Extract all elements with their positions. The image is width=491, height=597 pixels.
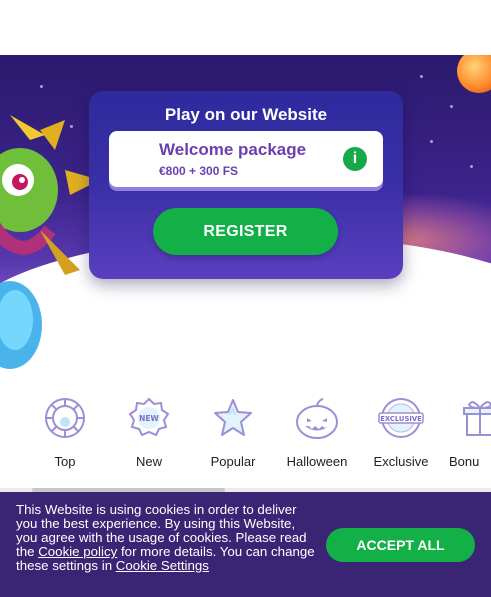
category-new[interactable]: NEW New [107, 395, 191, 469]
planet-decoration [457, 55, 491, 93]
category-exclusive[interactable]: EXCLUSIVE Exclusive [359, 395, 443, 469]
package-offer: €800 + 300 FS [159, 164, 239, 178]
category-label: Popular [210, 454, 256, 469]
welcome-package-box[interactable]: Welcome package €800 + 300 FS i [109, 131, 383, 187]
package-name: Welcome package [159, 140, 307, 159]
category-label: New [135, 454, 162, 469]
star-icon [214, 399, 252, 436]
svg-text:NEW: NEW [139, 414, 159, 423]
star-decoration [450, 105, 453, 108]
gift-icon [463, 401, 491, 436]
new-badge-icon: NEW [128, 397, 170, 437]
category-nav: Top NEW New Popular Halloween EXCLUSIVE [0, 395, 491, 485]
category-popular[interactable]: Popular [191, 395, 275, 469]
category-top[interactable]: Top [23, 395, 107, 469]
card-title: Play on our Website [164, 105, 328, 124]
svg-text:EXCLUSIVE: EXCLUSIVE [380, 415, 422, 423]
cookie-message: This Website is using cookies in order t… [16, 503, 318, 573]
pumpkin-icon [296, 398, 338, 439]
cookie-policy-link[interactable]: Cookie policy [38, 544, 117, 559]
exclusive-badge-icon: EXCLUSIVE [378, 398, 424, 438]
category-halloween[interactable]: Halloween [275, 395, 359, 469]
category-bonus[interactable]: Bonu [437, 395, 491, 469]
info-icon[interactable]: i [343, 147, 367, 171]
category-label: Top [54, 454, 76, 469]
chip-icon [45, 398, 85, 438]
star-decoration [430, 140, 433, 143]
category-label: Bonu [449, 454, 480, 469]
welcome-card: Play on our Website Welcome package €800… [89, 91, 403, 279]
star-decoration [470, 165, 473, 168]
accept-all-button[interactable]: ACCEPT ALL [326, 528, 475, 562]
category-label: Exclusive [373, 454, 429, 469]
star-decoration [40, 85, 43, 88]
register-button[interactable]: REGISTER [153, 208, 338, 255]
cookie-settings-link[interactable]: Cookie Settings [116, 558, 209, 573]
star-decoration [420, 75, 423, 78]
category-label: Halloween [286, 454, 348, 469]
cookie-banner: This Website is using cookies in order t… [0, 492, 491, 597]
